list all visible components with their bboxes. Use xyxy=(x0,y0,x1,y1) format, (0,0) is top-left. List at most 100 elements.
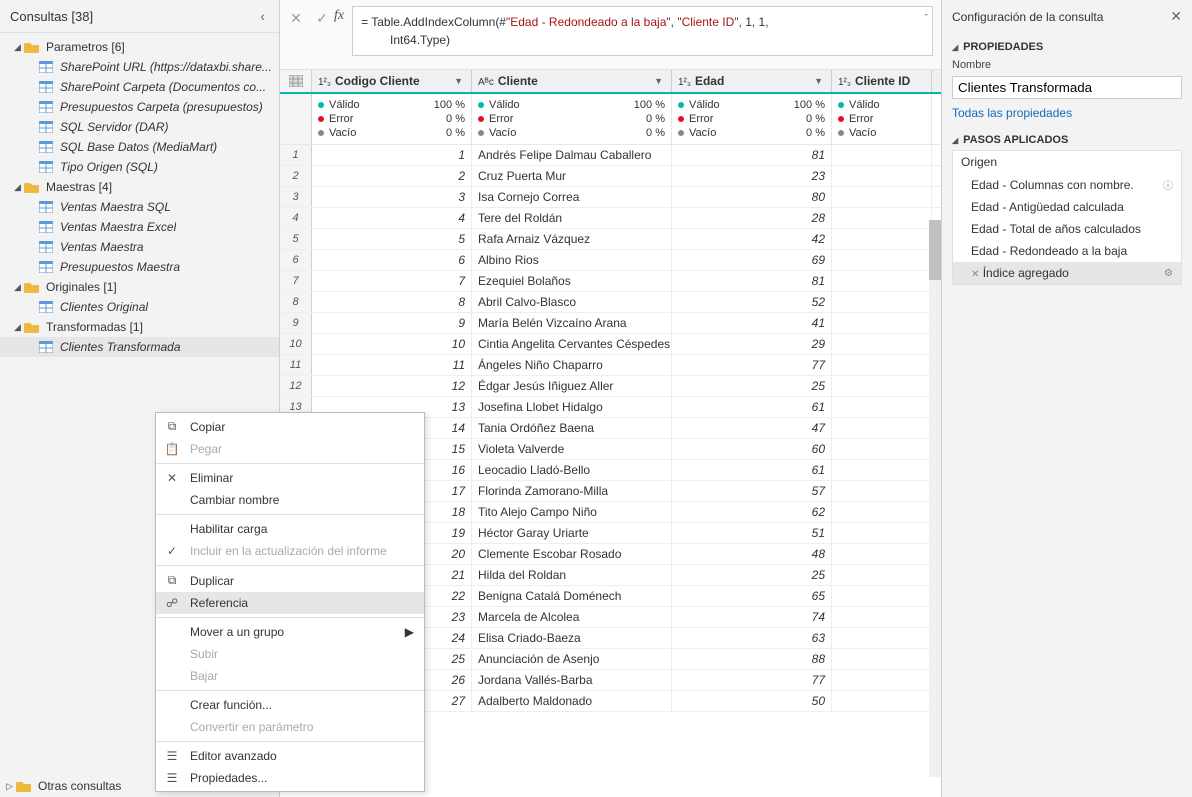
close-icon[interactable]: ✕ xyxy=(1170,8,1182,25)
table-row[interactable]: 1010Cintia Angelita Cervantes Céspedes29 xyxy=(280,334,941,355)
sidebar-query-item[interactable]: Presupuestos Carpeta (presupuestos) xyxy=(0,97,279,117)
row-header[interactable]: 6 xyxy=(280,250,312,270)
column-dropdown-icon[interactable]: ▼ xyxy=(652,74,665,88)
column-edad[interactable]: 1²₃Edad ▼ xyxy=(672,70,832,92)
row-header[interactable]: 7 xyxy=(280,271,312,291)
column-dropdown-icon[interactable]: ▼ xyxy=(452,74,465,88)
sidebar-query-item[interactable]: SharePoint URL (https://dataxbi.share... xyxy=(0,57,279,77)
row-header[interactable]: 8 xyxy=(280,292,312,312)
vertical-scrollbar[interactable] xyxy=(929,220,941,777)
table-row[interactable]: 33Isa Cornejo Correa80 xyxy=(280,187,941,208)
cancel-formula-icon[interactable]: ✕ xyxy=(288,10,304,27)
table-icon xyxy=(38,340,54,354)
cm-properties[interactable]: ☰Propiedades... xyxy=(156,767,424,789)
table-row[interactable]: 1212Édgar Jesús Iñiguez Aller25 xyxy=(280,376,941,397)
chevron-down-icon: ◢ xyxy=(14,42,24,53)
info-icon[interactable]: ⓘ xyxy=(1163,177,1173,192)
column-codigo-cliente[interactable]: 1²₃Codigo Cliente ▼ xyxy=(312,70,472,92)
sidebar-query-item[interactable]: Ventas Maestra Excel xyxy=(0,217,279,237)
accept-formula-icon[interactable]: ✓ xyxy=(314,10,330,27)
folder-icon xyxy=(24,320,40,334)
query-name-input[interactable] xyxy=(952,76,1182,99)
sidebar-query-item[interactable]: SQL Servidor (DAR) xyxy=(0,117,279,137)
row-header[interactable]: 3 xyxy=(280,187,312,207)
folder-icon xyxy=(16,779,32,793)
cm-duplicate[interactable]: ⧉Duplicar xyxy=(156,569,424,592)
fx-icon[interactable]: fx xyxy=(334,6,344,24)
table-icon xyxy=(38,200,54,214)
check-icon: ✓ xyxy=(164,544,180,558)
cm-reference[interactable]: ☍Referencia xyxy=(156,592,424,614)
cm-delete[interactable]: ✕Eliminar xyxy=(156,467,424,489)
column-cliente[interactable]: AᴮcCliente ▼ xyxy=(472,70,672,92)
applied-step[interactable]: Origen xyxy=(953,151,1181,173)
sidebar-group[interactable]: ◢Parametros [6] xyxy=(0,37,279,57)
cm-move-group[interactable]: Mover a un grupo▶ xyxy=(156,621,424,643)
applied-step[interactable]: Edad - Columnas con nombre.ⓘ xyxy=(953,173,1181,196)
sidebar-title: Consultas [38] xyxy=(10,9,93,24)
folder-icon xyxy=(24,180,40,194)
row-header[interactable]: 9 xyxy=(280,313,312,333)
table-row[interactable]: 55Rafa Arnaiz Vázquez42 xyxy=(280,229,941,250)
delete-step-icon[interactable]: ✕ xyxy=(971,269,979,280)
formula-input[interactable]: = Table.AddIndexColumn(#"Edad - Redondea… xyxy=(352,6,933,56)
editor-icon: ☰ xyxy=(164,749,180,763)
sidebar-group[interactable]: ◢Maestras [4] xyxy=(0,177,279,197)
cm-enable-load[interactable]: Habilitar carga xyxy=(156,518,424,540)
row-header[interactable]: 12 xyxy=(280,376,312,396)
expand-formula-icon[interactable]: ˆ xyxy=(924,11,928,28)
sidebar-query-item[interactable]: Presupuestos Maestra xyxy=(0,257,279,277)
applied-step[interactable]: Edad - Antigüedad calculada xyxy=(953,196,1181,218)
sidebar-group[interactable]: ◢Transformadas [1] xyxy=(0,317,279,337)
type-number-icon: 1²₃ xyxy=(838,77,851,88)
table-icon xyxy=(38,240,54,254)
table-row[interactable]: 99María Belén Vizcaíno Arana41 xyxy=(280,313,941,334)
applied-step[interactable]: Edad - Redondeado a la baja xyxy=(953,240,1181,262)
all-properties-link[interactable]: Todas las propiedades xyxy=(952,102,1072,124)
row-header[interactable]: 2 xyxy=(280,166,312,186)
sidebar-query-item[interactable]: SQL Base Datos (MediaMart) xyxy=(0,137,279,157)
sidebar-query-item[interactable]: Clientes Original xyxy=(0,297,279,317)
cm-adv-editor[interactable]: ☰Editor avanzado xyxy=(156,745,424,767)
table-icon xyxy=(38,160,54,174)
applied-step[interactable]: ✕ Índice agregado⚙ xyxy=(953,262,1181,284)
sidebar-query-item[interactable]: Clientes Transformada xyxy=(0,337,279,357)
table-row[interactable]: 44Tere del Roldán28 xyxy=(280,208,941,229)
table-icon xyxy=(38,120,54,134)
table-icon xyxy=(38,100,54,114)
row-header[interactable]: 5 xyxy=(280,229,312,249)
sidebar-query-item[interactable]: SharePoint Carpeta (Documentos co... xyxy=(0,77,279,97)
table-row[interactable]: 1111Ángeles Niño Chaparro77 xyxy=(280,355,941,376)
sidebar-query-item[interactable]: Ventas Maestra xyxy=(0,237,279,257)
type-number-icon: 1²₃ xyxy=(318,77,331,88)
quality-row: Válido100 %Error0 %Vacío0 % Válido100 %E… xyxy=(280,94,941,145)
sidebar-query-item[interactable]: Tipo Origen (SQL) xyxy=(0,157,279,177)
properties-section-title[interactable]: PROPIEDADES xyxy=(952,37,1182,57)
cm-rename[interactable]: Cambiar nombre xyxy=(156,489,424,511)
collapse-sidebar-icon[interactable]: ‹ xyxy=(256,8,269,24)
gear-icon[interactable]: ⚙ xyxy=(1164,268,1173,279)
table-row[interactable]: 88Abril Calvo-Blasco52 xyxy=(280,292,941,313)
steps-section-title[interactable]: PASOS APLICADOS xyxy=(952,130,1182,150)
table-row[interactable]: 66Albino Rios69 xyxy=(280,250,941,271)
row-header[interactable]: 10 xyxy=(280,334,312,354)
applied-step[interactable]: Edad - Total de años calculados xyxy=(953,218,1181,240)
reference-icon: ☍ xyxy=(164,596,180,610)
row-header[interactable]: 1 xyxy=(280,145,312,165)
table-row[interactable]: 22Cruz Puerta Mur23 xyxy=(280,166,941,187)
table-select-all[interactable] xyxy=(280,70,312,92)
column-dropdown-icon[interactable]: ▼ xyxy=(812,74,825,88)
row-header[interactable]: 4 xyxy=(280,208,312,228)
cm-move-down: Bajar xyxy=(156,665,424,687)
cm-copy[interactable]: ⧉Copiar xyxy=(156,415,424,438)
cm-create-func[interactable]: Crear función... xyxy=(156,694,424,716)
folder-icon xyxy=(24,280,40,294)
table-row[interactable]: 11Andrés Felipe Dalmau Caballero81 xyxy=(280,145,941,166)
cm-paste: 📋Pegar xyxy=(156,438,424,460)
sidebar-query-item[interactable]: Ventas Maestra SQL xyxy=(0,197,279,217)
column-cliente-id[interactable]: 1²₃Cliente ID xyxy=(832,70,932,92)
row-header[interactable]: 11 xyxy=(280,355,312,375)
table-row[interactable]: 77Ezequiel Bolaños81 xyxy=(280,271,941,292)
sidebar-group[interactable]: ◢Originales [1] xyxy=(0,277,279,297)
folder-icon xyxy=(24,40,40,54)
